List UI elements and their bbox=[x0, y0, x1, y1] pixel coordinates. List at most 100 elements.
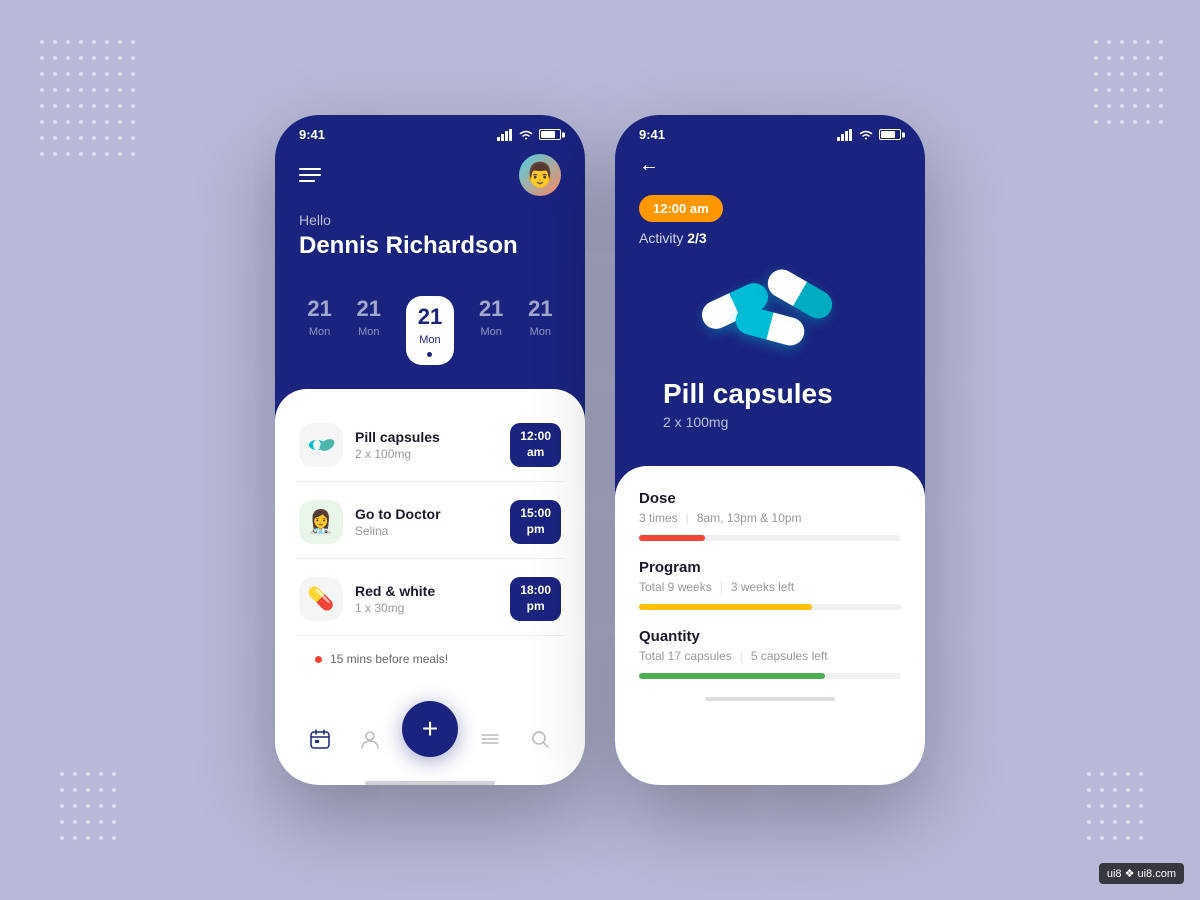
med-dose-3: 1 x 30mg bbox=[355, 601, 510, 615]
profile-nav-icon bbox=[359, 728, 381, 750]
menu-button[interactable] bbox=[299, 168, 321, 182]
pills-visual bbox=[690, 272, 850, 362]
time-display-1: 9:41 bbox=[299, 127, 325, 142]
phone1-header: 👨 Hello Dennis Richardson bbox=[275, 146, 585, 280]
calendar-day-1[interactable]: 21 Mon bbox=[307, 296, 331, 365]
dose-progress-bar bbox=[639, 535, 901, 541]
dose-details: 3 times | 8am, 13pm & 10pm bbox=[639, 511, 901, 525]
greeting-text: Hello bbox=[299, 212, 561, 228]
calendar-nav-icon bbox=[309, 728, 331, 750]
activity-value: 2/3 bbox=[687, 230, 706, 246]
calendar-strip: 21 Mon 21 Mon 21 Mon 21 Mon 21 Mon bbox=[275, 280, 585, 389]
med-title-area: Pill capsules 2 x 100mg bbox=[639, 378, 901, 430]
calendar-day-5[interactable]: 21 Mon bbox=[528, 296, 552, 365]
calendar-day-3-active[interactable]: 21 Mon bbox=[406, 296, 454, 365]
back-button[interactable]: ← bbox=[639, 154, 659, 177]
top-navigation: 👨 bbox=[299, 154, 561, 196]
nav-menu[interactable] bbox=[472, 721, 508, 757]
quantity-section: Quantity Total 17 capsules | 5 capsules … bbox=[639, 628, 901, 679]
dose-progress-fill bbox=[639, 535, 705, 541]
time-badge: 12:00 am bbox=[639, 195, 723, 222]
signal-icon bbox=[497, 129, 513, 141]
home-indicator-2 bbox=[705, 697, 835, 701]
capsule-icon bbox=[307, 431, 335, 459]
med-info-capsules: Pill capsules 2 x 100mg bbox=[355, 429, 510, 461]
search-nav-icon bbox=[529, 728, 551, 750]
med-name-1: Pill capsules bbox=[355, 429, 510, 445]
time-display-2: 9:41 bbox=[639, 127, 665, 142]
quantity-label: Quantity bbox=[639, 628, 901, 645]
nav-profile[interactable] bbox=[352, 721, 388, 757]
calendar-day-2[interactable]: 21 Mon bbox=[357, 296, 381, 365]
add-icon: + bbox=[422, 713, 438, 745]
phone-detail-screen: 9:41 ← bbox=[615, 115, 925, 785]
watermark: ui8 ❖ ui8.com bbox=[1099, 863, 1184, 884]
signal-icon-2 bbox=[837, 129, 853, 141]
med-name-2: Go to Doctor bbox=[355, 506, 510, 522]
med-time-1: 12:00 am bbox=[510, 423, 561, 466]
bottom-navigation: + bbox=[275, 711, 585, 777]
nav-calendar[interactable] bbox=[302, 721, 338, 757]
program-total: Total 9 weeks bbox=[639, 580, 712, 594]
detail-header: ← 12:00 am Activity 2/3 Pil bbox=[615, 146, 925, 466]
phone-home-screen: 9:41 bbox=[275, 115, 585, 785]
avatar[interactable]: 👨 bbox=[519, 154, 561, 196]
med-info-red-white: Red & white 1 x 30mg bbox=[355, 583, 510, 615]
activity-text: Activity 2/3 bbox=[639, 230, 901, 246]
program-remaining: 3 weeks left bbox=[731, 580, 794, 594]
watermark-text: ui8 ❖ ui8.com bbox=[1107, 868, 1176, 880]
pill-image-area bbox=[639, 262, 901, 378]
program-label: Program bbox=[639, 559, 901, 576]
detail-med-dose: 2 x 100mg bbox=[663, 414, 877, 430]
med-name-3: Red & white bbox=[355, 583, 510, 599]
status-bar-2: 9:41 bbox=[615, 115, 925, 146]
wifi-icon bbox=[518, 129, 534, 141]
detail-card: Dose 3 times | 8am, 13pm & 10pm Program … bbox=[615, 466, 925, 785]
wifi-icon-2 bbox=[858, 129, 874, 141]
quantity-remaining: 5 capsules left bbox=[751, 649, 828, 663]
program-details: Total 9 weeks | 3 weeks left bbox=[639, 580, 901, 594]
activity-label: Activity bbox=[639, 230, 683, 246]
quantity-details: Total 17 capsules | 5 capsules left bbox=[639, 649, 901, 663]
user-name: Dennis Richardson bbox=[299, 232, 561, 260]
quantity-progress-fill bbox=[639, 673, 825, 679]
med-time-2: 15:00 pm bbox=[510, 500, 561, 543]
med-icon-doctor: 👩‍⚕️ bbox=[299, 500, 343, 544]
active-indicator bbox=[427, 352, 432, 357]
med-time-3: 18:00 pm bbox=[510, 577, 561, 620]
calendar-day-4[interactable]: 21 Mon bbox=[479, 296, 503, 365]
detail-med-name: Pill capsules bbox=[663, 378, 877, 410]
menu-nav-icon bbox=[479, 728, 501, 750]
dose-schedule: 8am, 13pm & 10pm bbox=[697, 511, 802, 525]
program-progress-bar bbox=[639, 604, 901, 610]
med-dose-1: 2 x 100mg bbox=[355, 447, 510, 461]
medication-item-pill-capsules[interactable]: Pill capsules 2 x 100mg 12:00 am bbox=[295, 409, 565, 482]
status-icons-1 bbox=[497, 129, 561, 141]
dose-section: Dose 3 times | 8am, 13pm & 10pm bbox=[639, 490, 901, 541]
med-dose-2: Selina bbox=[355, 524, 510, 538]
status-icons-2 bbox=[837, 129, 901, 141]
dose-times: 3 times bbox=[639, 511, 678, 525]
status-bar-1: 9:41 bbox=[275, 115, 585, 146]
medication-item-doctor[interactable]: 👩‍⚕️ Go to Doctor Selina 15:00 pm bbox=[295, 486, 565, 559]
reminder-note: 15 mins before meals! bbox=[295, 640, 565, 678]
nav-search[interactable] bbox=[522, 721, 558, 757]
program-section: Program Total 9 weeks | 3 weeks left bbox=[639, 559, 901, 610]
reminder-text: 15 mins before meals! bbox=[330, 652, 448, 666]
content-card: Pill capsules 2 x 100mg 12:00 am 👩‍⚕️ Go… bbox=[275, 389, 585, 785]
quantity-progress-bar bbox=[639, 673, 901, 679]
pill-2 bbox=[733, 303, 808, 348]
med-icon-capsules bbox=[299, 423, 343, 467]
phones-container: 9:41 bbox=[275, 115, 925, 785]
med-info-doctor: Go to Doctor Selina bbox=[355, 506, 510, 538]
battery-icon bbox=[539, 129, 561, 140]
medication-item-red-white[interactable]: 💊 Red & white 1 x 30mg 18:00 pm bbox=[295, 563, 565, 636]
program-progress-fill bbox=[639, 604, 812, 610]
home-indicator-1 bbox=[365, 781, 495, 785]
battery-icon-2 bbox=[879, 129, 901, 140]
quantity-total: Total 17 capsules bbox=[639, 649, 732, 663]
med-icon-red-white: 💊 bbox=[299, 577, 343, 621]
dose-label: Dose bbox=[639, 490, 901, 507]
reminder-dot bbox=[315, 656, 322, 663]
add-button[interactable]: + bbox=[402, 701, 458, 757]
